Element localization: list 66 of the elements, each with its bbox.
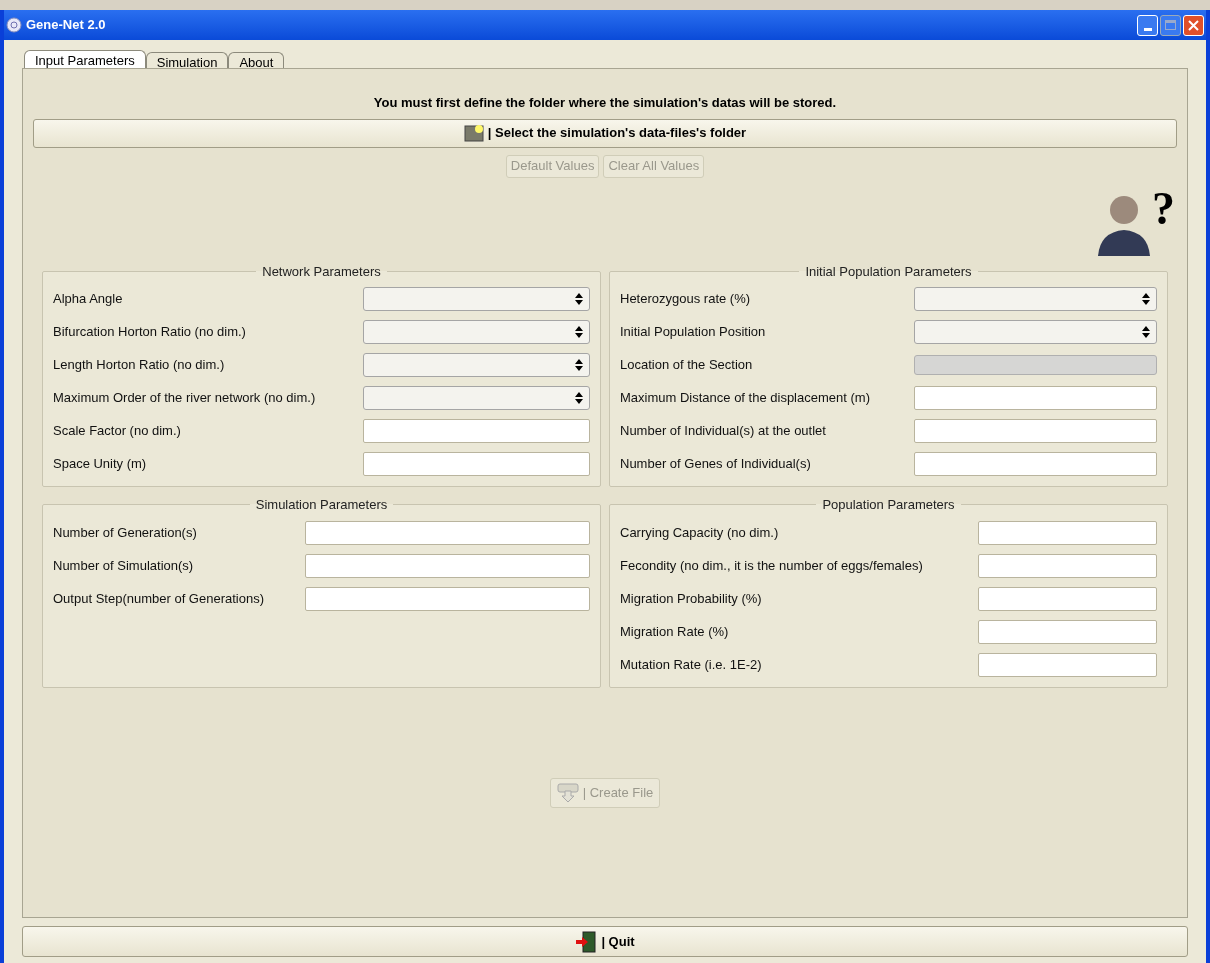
group-title: Simulation Parameters: [254, 496, 389, 514]
field-label: Bifurcation Horton Ratio (no dim.): [53, 323, 247, 342]
dropdown[interactable]: [363, 320, 590, 344]
close-icon: [1188, 19, 1199, 31]
download-tray-icon: [556, 782, 579, 803]
field-label: Number of Individual(s) at the outlet: [620, 422, 827, 441]
close-button[interactable]: [1183, 14, 1204, 36]
field-label: Number of Genes of Individual(s): [620, 455, 812, 474]
field-label: Initial Population Position: [620, 323, 767, 342]
field-label: Maximum Distance of the displacement (m): [620, 389, 871, 408]
input-field[interactable]: [978, 652, 1157, 677]
dropdown[interactable]: [914, 320, 1157, 344]
input-field[interactable]: [305, 520, 590, 545]
field-label: Alpha Angle: [53, 290, 124, 309]
folder-icon: [463, 124, 484, 142]
input-field[interactable]: [305, 553, 590, 578]
minimize-button[interactable]: [1137, 14, 1158, 36]
up-down-arrows-icon: [575, 326, 583, 338]
input-field[interactable]: [363, 452, 590, 476]
tab[interactable]: About: [228, 52, 285, 68]
input-field[interactable]: [978, 619, 1157, 644]
field-label: Fecondity (no dim., it is the number of eggs/females): [620, 556, 924, 575]
input-field[interactable]: [914, 355, 1157, 375]
dropdown[interactable]: [914, 287, 1157, 311]
field-label: Migration Probability (%): [620, 589, 763, 608]
field-label: Location of the Section: [620, 356, 754, 375]
group-title: Initial Population Parameters: [804, 262, 973, 281]
field-label: Mutation Rate (i.e. 1E-2): [620, 655, 763, 674]
input-field[interactable]: [363, 419, 590, 443]
notice-text: You must first define the folder where the simulation's datas will be stored.: [372, 94, 838, 112]
field-label: Output Step(number of Generations): [53, 589, 265, 608]
tab[interactable]: Input Parameters: [24, 50, 146, 68]
group-title: Network Parameters: [261, 262, 382, 281]
dropdown[interactable]: [363, 287, 590, 311]
window-title: Gene-Net 2.0: [26, 16, 106, 35]
exit-door-icon: [575, 930, 598, 953]
maximize-button[interactable]: [1160, 14, 1181, 36]
up-down-arrows-icon: [575, 359, 583, 371]
field-label: Space Unity (m): [53, 455, 148, 474]
tab[interactable]: Simulation: [145, 52, 229, 68]
group-title: Population Parameters: [821, 496, 956, 514]
field-label: Heterozygous rate (%): [620, 290, 752, 309]
up-down-arrows-icon: [575, 392, 583, 404]
input-field[interactable]: [914, 452, 1157, 476]
field-label: Length Horton Ratio (no dim.): [53, 356, 226, 375]
field-label: Number of Generation(s): [53, 523, 198, 542]
up-down-arrows-icon: [1142, 326, 1150, 338]
input-field[interactable]: [914, 419, 1157, 443]
field-label: Number of Simulation(s): [53, 556, 195, 575]
input-field[interactable]: [914, 386, 1157, 410]
up-down-arrows-icon: [1142, 293, 1150, 305]
up-down-arrows-icon: [575, 293, 583, 305]
dropdown[interactable]: [363, 386, 590, 410]
field-label: Scale Factor (no dim.): [53, 422, 182, 441]
field-label: Maximum Order of the river network (no dim.): [53, 389, 317, 408]
input-field[interactable]: [978, 586, 1157, 611]
field-label: Carrying Capacity (no dim.): [620, 523, 780, 542]
input-field[interactable]: [978, 520, 1157, 545]
input-field[interactable]: [305, 586, 590, 611]
quit-button[interactable]: | Quit: [22, 926, 1188, 957]
field-label: Migration Rate (%): [620, 622, 730, 641]
dropdown[interactable]: [363, 353, 590, 377]
app-logo-icon: [6, 17, 22, 33]
input-field[interactable]: [978, 553, 1157, 578]
help-avatar-drawing: ?: [1096, 185, 1175, 256]
select-folder-button[interactable]: | Select the simulation's data-files's folder: [33, 118, 1177, 148]
